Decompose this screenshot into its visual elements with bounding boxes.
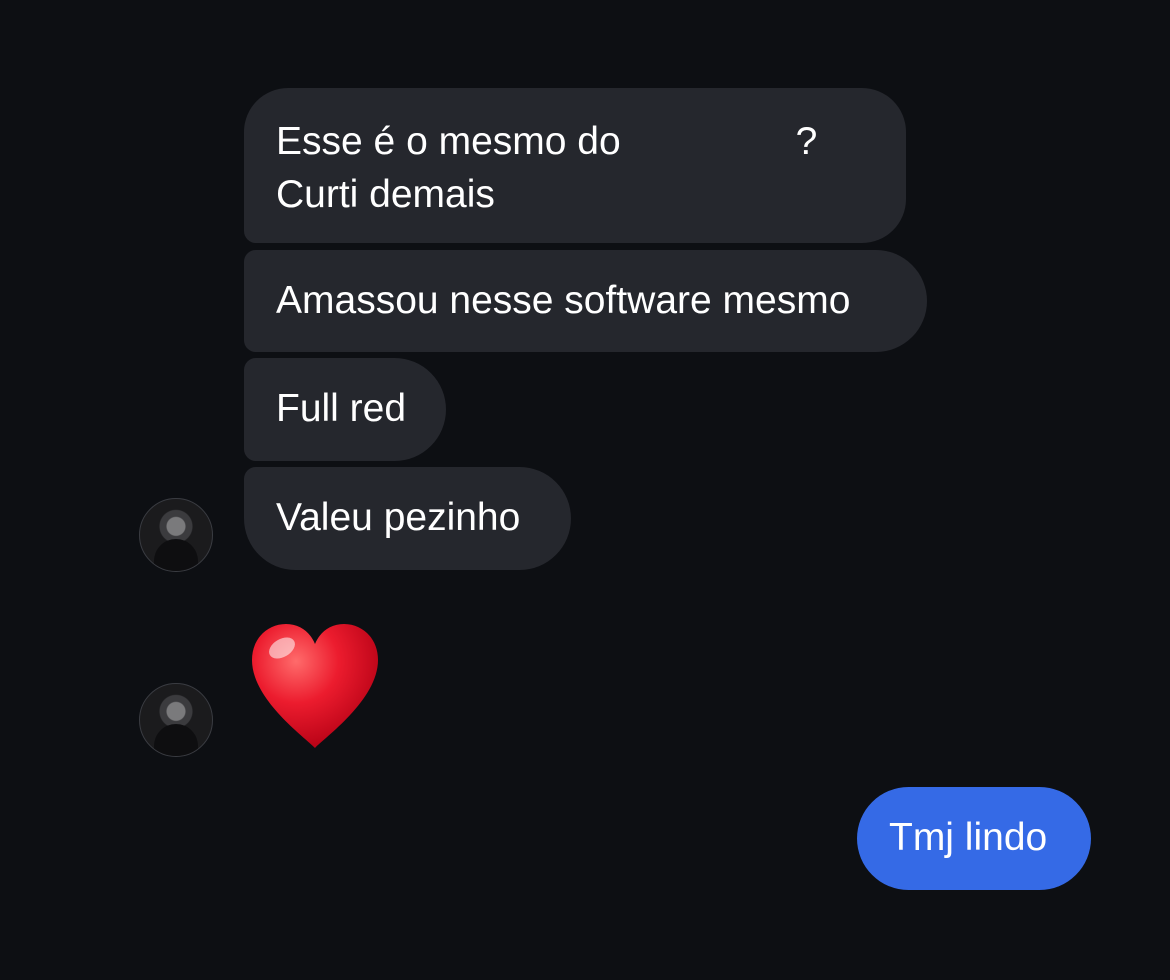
message-text: Amassou nesse software mesmo	[276, 279, 851, 322]
incoming-message-1[interactable]: Esse é o mesmo do? Curti demais	[244, 88, 906, 243]
heart-emoji-message[interactable]	[248, 620, 382, 750]
message-line-1: Esse é o mesmo do?	[276, 115, 874, 168]
message-text: Full red	[276, 387, 407, 430]
message-text: Valeu pezinho	[276, 496, 521, 539]
contact-avatar[interactable]	[139, 498, 213, 572]
message-line-2: Curti demais	[276, 173, 495, 216]
outgoing-message-1[interactable]: Tmj lindo	[857, 787, 1091, 890]
avatar-figure	[154, 724, 198, 756]
heart-icon	[252, 624, 378, 748]
incoming-message-3[interactable]: Full red	[244, 358, 446, 461]
message-text-start: Esse é o mesmo do	[276, 120, 621, 163]
redacted-area	[621, 139, 796, 149]
contact-avatar[interactable]	[139, 683, 213, 757]
chat-thread: Esse é o mesmo do? Curti demais Amassou …	[0, 0, 1170, 980]
incoming-message-4[interactable]: Valeu pezinho	[244, 467, 571, 570]
avatar-figure	[154, 539, 198, 571]
incoming-message-2[interactable]: Amassou nesse software mesmo	[244, 250, 927, 352]
message-text-end: ?	[795, 120, 818, 163]
message-text: Tmj lindo	[889, 816, 1048, 859]
